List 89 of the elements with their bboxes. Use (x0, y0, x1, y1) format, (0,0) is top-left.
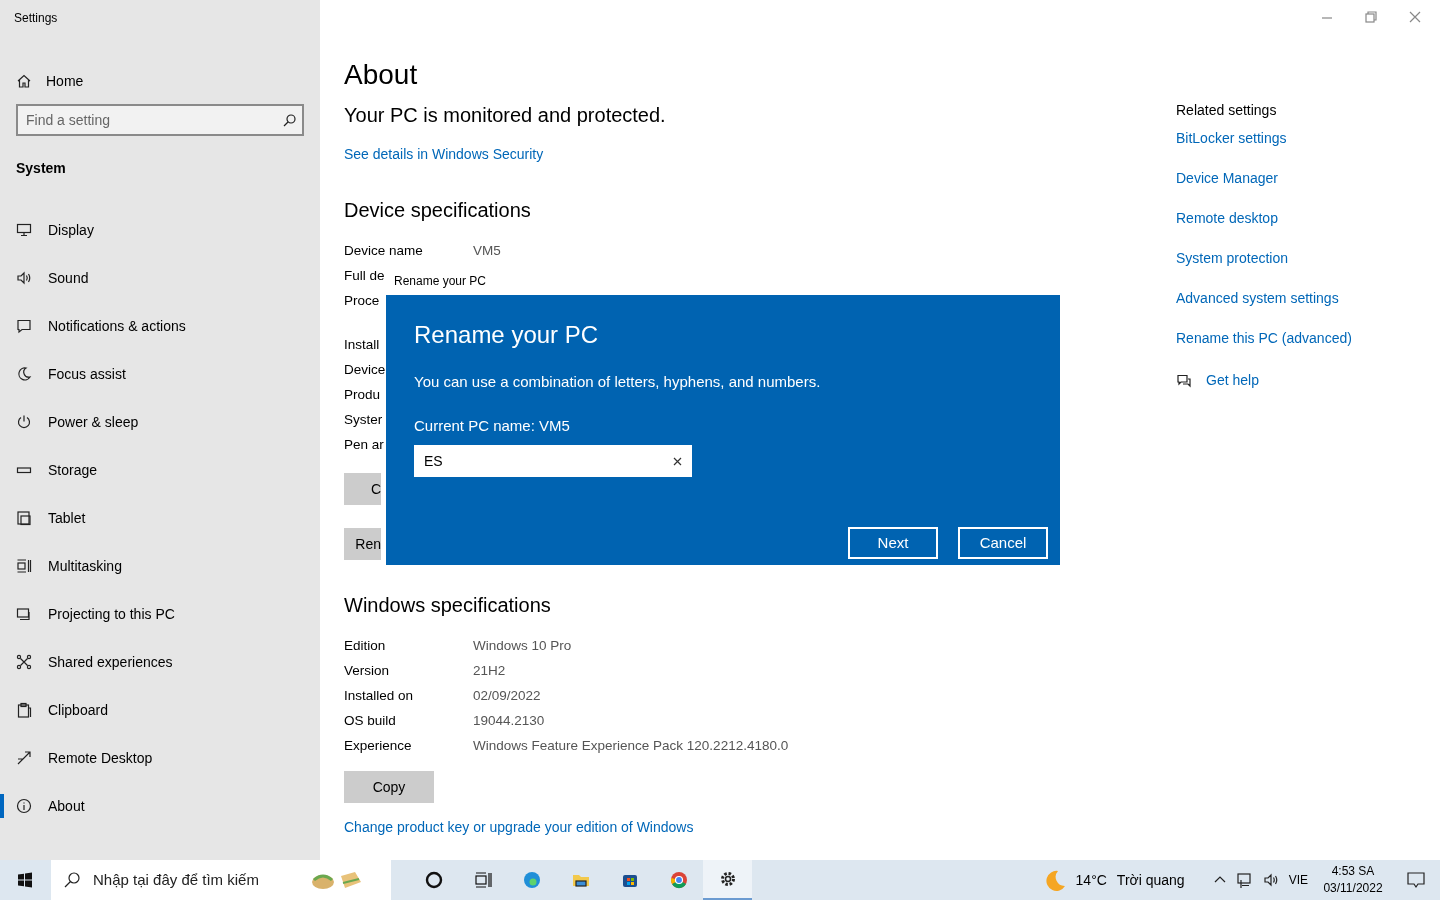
copy-button[interactable]: Copy (344, 771, 434, 803)
spec-value: 02/09/2022 (473, 687, 541, 706)
spec-label: Edition (344, 637, 387, 656)
multitasking-icon (16, 558, 32, 574)
dialog-title: Rename your PC (394, 274, 487, 288)
spec-label: Experience (344, 737, 413, 756)
spec-label: Produ (344, 386, 381, 405)
chat-icon (1176, 372, 1192, 389)
sidebar-item[interactable]: Focus assist (0, 350, 320, 398)
spec-label: Full de (344, 267, 385, 286)
sidebar-item[interactable]: Power & sleep (0, 398, 320, 446)
language-indicator[interactable]: VIE (1288, 871, 1308, 889)
device-action-button[interactable]: Ren (344, 528, 381, 560)
info-icon (16, 798, 32, 814)
current-name: Current PC name: VM5 (414, 416, 570, 434)
spec-label: Version (344, 662, 391, 681)
cancel-button[interactable]: Cancel (958, 527, 1048, 559)
taskbar-app[interactable] (703, 860, 752, 900)
circle-icon (423, 870, 444, 890)
search-icon (282, 113, 296, 127)
section-heading: Device specifications (344, 199, 531, 221)
speaker-icon[interactable] (1262, 872, 1279, 888)
related-link[interactable]: System protection (1176, 248, 1440, 269)
browser-icon (668, 870, 689, 890)
spec-label: Install (344, 336, 380, 355)
speaker-icon (16, 270, 32, 286)
related-heading: Related settings (1176, 102, 1277, 118)
sidebar-item[interactable]: Display (0, 206, 320, 254)
product-key-link[interactable]: Change product key or upgrade your edition of Windows (344, 817, 694, 838)
spec-value: Windows 10 Pro (473, 637, 572, 656)
section-heading: Windows specifications (344, 594, 551, 616)
page-title: About (344, 59, 418, 90)
sidebar-item[interactable]: Storage (0, 446, 320, 494)
sidebar-item[interactable]: Notifications & actions (0, 302, 320, 350)
power-icon (16, 414, 32, 430)
temperature[interactable]: 14°C (1075, 869, 1107, 891)
spec-value: 19044.2130 (473, 712, 545, 731)
display-icon (16, 222, 32, 238)
dialog-description: You can use a combination of letters, hyphens, and numbers. (414, 373, 821, 390)
notification-icon[interactable] (1406, 870, 1426, 890)
home-icon[interactable] (16, 73, 32, 89)
spec-value: Windows Feature Experience Pack 120.2212.4180.0 (473, 737, 789, 756)
clock-time[interactable]: 4:53 SA (1318, 863, 1388, 880)
spec-value: VM5 (473, 242, 501, 261)
weather-condition[interactable]: Trời quang (1116, 869, 1185, 891)
sidebar-item[interactable]: Projecting to this PC (0, 590, 320, 638)
clear-icon[interactable] (672, 456, 683, 467)
taskbar-search-box[interactable]: Nhập tại đây để tìm kiếm (51, 860, 391, 900)
sidebar-item[interactable]: Tablet (0, 494, 320, 542)
spec-label: OS build (344, 712, 397, 731)
security-link[interactable]: See details in Windows Security (344, 146, 544, 162)
device-action-button[interactable]: C (344, 473, 381, 505)
sidebar-item[interactable]: About (0, 782, 320, 830)
section-heading: System (16, 160, 66, 176)
spec-value: 21H2 (473, 662, 506, 681)
related-link[interactable]: Device Manager (1176, 168, 1440, 189)
spec-label: Pen ar (344, 436, 384, 455)
sidebar-item[interactable]: Remote Desktop (0, 734, 320, 782)
sidebar-item[interactable]: Clipboard (0, 686, 320, 734)
related-link[interactable]: Advanced system settings (1176, 288, 1440, 309)
clipboard-icon (16, 702, 32, 718)
related-link[interactable]: Remote desktop (1176, 208, 1440, 229)
related-link[interactable]: Rename this PC (advanced) (1176, 328, 1440, 349)
dialog-heading: Rename your PC (414, 321, 599, 348)
name-input[interactable]: ES (414, 445, 692, 477)
windows-icon (16, 872, 33, 888)
search-icon (63, 871, 81, 889)
close-icon[interactable] (1408, 10, 1422, 24)
sidebar-item[interactable]: Shared experiences (0, 638, 320, 686)
spec-label: Syster (344, 411, 383, 430)
help-link[interactable]: Get help (1206, 370, 1259, 391)
window-title: Settings (14, 11, 58, 25)
search-field[interactable]: Find a setting (16, 104, 304, 136)
spec-label: Proce (344, 292, 380, 311)
moon-icon (16, 366, 32, 382)
task-view-icon (472, 870, 493, 890)
next-button[interactable]: Next (848, 527, 938, 559)
spec-label: Device name (344, 242, 424, 261)
home-link[interactable]: Home (46, 70, 84, 92)
message-icon (16, 318, 32, 334)
restore-icon[interactable] (1364, 10, 1378, 24)
network-icon[interactable] (1236, 872, 1253, 888)
security-status: Your PC is monitored and protected. (344, 104, 666, 126)
spec-label: Installed on (344, 687, 415, 706)
related-link[interactable]: BitLocker settings (1176, 128, 1440, 149)
sidebar-item[interactable]: Sound (0, 254, 320, 302)
spec-label: Device (344, 361, 386, 380)
clock-date[interactable]: 03/11/2022 (1318, 880, 1388, 897)
sidebar-item[interactable]: Multitasking (0, 542, 320, 590)
